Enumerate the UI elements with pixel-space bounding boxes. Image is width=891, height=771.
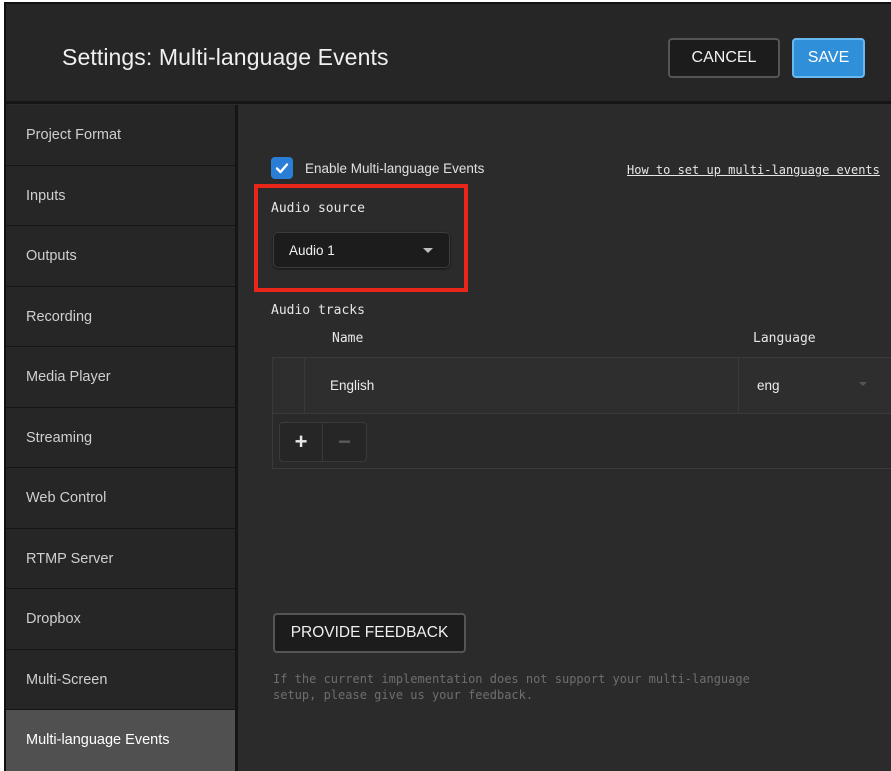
column-header-language: Language (753, 331, 816, 346)
enable-multi-language-row: Enable Multi-language Events (271, 157, 484, 179)
enable-multi-language-label: Enable Multi-language Events (305, 160, 485, 176)
checkmark-icon (275, 163, 289, 174)
column-header-name: Name (332, 331, 364, 346)
sidebar-item-project-format[interactable]: Project Format (6, 105, 235, 166)
header-bar: Settings: Multi-language Events CANCEL S… (6, 4, 891, 104)
track-name-cell[interactable]: English (330, 378, 374, 393)
table-row[interactable]: English eng (273, 358, 891, 414)
enable-multi-language-checkbox[interactable] (271, 157, 293, 179)
sidebar-item-multi-screen[interactable]: Multi-Screen (6, 650, 235, 710)
chevron-down-icon (423, 248, 433, 253)
chevron-down-icon (859, 382, 867, 386)
row-gutter (273, 358, 305, 414)
audio-source-value: Audio 1 (289, 242, 335, 258)
sidebar-item-streaming[interactable]: Streaming (6, 408, 235, 468)
sidebar-item-recording[interactable]: Recording (6, 287, 235, 347)
sidebar-item-multi-language-events[interactable]: Multi-language Events (6, 710, 235, 771)
feedback-note: If the current implementation does not s… (273, 672, 750, 702)
sidebar-item-rtmp-server[interactable]: RTMP Server (6, 529, 235, 589)
help-link[interactable]: How to set up multi-language events (627, 163, 880, 177)
cancel-button[interactable]: CANCEL (668, 38, 780, 78)
sidebar-item-inputs[interactable]: Inputs (6, 166, 235, 226)
add-track-button[interactable]: + (280, 423, 324, 461)
audio-source-label: Audio source (271, 201, 365, 216)
audio-source-select[interactable]: Audio 1 (273, 232, 450, 268)
add-remove-track-group: + − (279, 422, 367, 462)
sidebar-item-outputs[interactable]: Outputs (6, 226, 235, 287)
track-language-value: eng (757, 378, 780, 393)
page-title: Settings: Multi-language Events (62, 44, 389, 70)
sidebar-item-web-control[interactable]: Web Control (6, 468, 235, 529)
settings-window: Settings: Multi-language Events CANCEL S… (4, 2, 891, 771)
audio-tracks-table: English eng + − (272, 357, 891, 469)
settings-sidebar: Project Format Inputs Outputs Recording … (6, 105, 238, 771)
sidebar-item-dropbox[interactable]: Dropbox (6, 589, 235, 650)
sidebar-item-media-player[interactable]: Media Player (6, 347, 235, 408)
settings-content: Enable Multi-language Events How to set … (241, 105, 891, 771)
provide-feedback-button[interactable]: PROVIDE FEEDBACK (273, 613, 466, 653)
audio-tracks-label: Audio tracks (271, 303, 365, 318)
save-button[interactable]: SAVE (792, 38, 865, 78)
track-language-select[interactable]: eng (738, 358, 891, 414)
remove-track-button[interactable]: − (323, 423, 366, 461)
